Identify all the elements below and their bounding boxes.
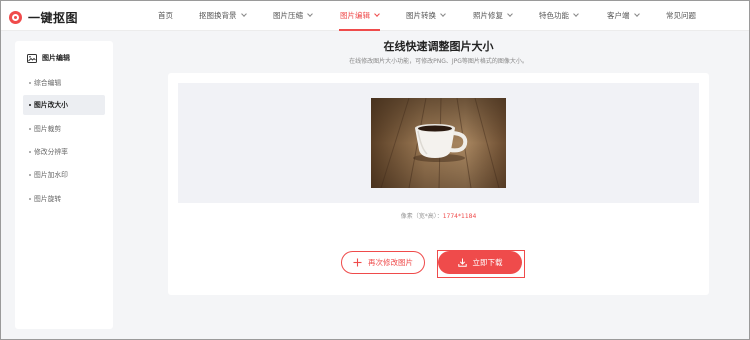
sidebar-item-crop[interactable]: 图片裁剪	[23, 119, 105, 139]
sidebar-title: 图片编辑	[27, 53, 70, 63]
download-label: 立即下载	[472, 258, 503, 267]
download-button[interactable]: 立即下载	[438, 251, 522, 274]
brand-name: 一键抠图	[28, 11, 79, 25]
chevron-down-icon	[573, 11, 579, 17]
chevron-down-icon	[507, 11, 513, 17]
result-card: 像素（宽*高）：1774*1184 再次修改图片 立即下载	[168, 73, 709, 295]
sidebar-item-resolution[interactable]: 修改分辨率	[23, 142, 105, 162]
brand-logo[interactable]: 一键抠图	[9, 9, 78, 26]
coffee-cup-photo	[371, 98, 506, 188]
sidebar-item-resize[interactable]: 图片改大小	[23, 95, 105, 115]
logo-icon	[9, 11, 22, 24]
nav-item-edit[interactable]: 图片编辑	[339, 1, 380, 31]
nav-item-convert[interactable]: 图片转换	[406, 1, 446, 31]
download-icon	[457, 258, 467, 267]
nav-item-features[interactable]: 特色功能	[539, 1, 579, 31]
chevron-down-icon	[374, 11, 380, 17]
nav-item-cutout[interactable]: 抠图换背景	[199, 1, 247, 31]
nav-item-repair[interactable]: 照片修复	[473, 1, 513, 31]
redo-edit-button[interactable]: 再次修改图片	[341, 251, 425, 274]
image-preview-area	[178, 83, 699, 203]
top-header: 一键抠图 首页 抠图换背景 图片压缩 图片编辑 图片转换 照片修复 特色功能 客…	[1, 1, 749, 31]
nav-item-client[interactable]: 客户端	[607, 1, 640, 31]
dims-label: 像素（宽*高）：	[400, 213, 443, 220]
sidebar-item-watermark[interactable]: 图片加水印	[23, 165, 105, 185]
redo-edit-label: 再次修改图片	[368, 258, 413, 267]
nav-item-compress[interactable]: 图片压缩	[273, 1, 313, 31]
image-edit-icon	[27, 53, 37, 63]
preview-image	[371, 98, 506, 188]
chevron-down-icon	[307, 11, 313, 17]
chevron-down-icon	[240, 11, 247, 17]
page-subtitle: 在线修改图片大小功能，可修改PNG、JPG等图片格式的图像大小。	[349, 58, 528, 65]
chevron-down-icon	[440, 11, 446, 17]
plus-icon	[353, 258, 362, 267]
sidebar: 图片编辑 综合编辑 图片改大小 图片裁剪 修改分辨率 图片加水印 图片旋转	[15, 41, 113, 329]
chevron-down-icon	[633, 11, 640, 17]
sidebar-item-general-edit[interactable]: 综合编辑	[23, 73, 105, 93]
dims-value: 1774*1184	[442, 213, 477, 220]
pixel-dimensions: 像素（宽*高）：1774*1184	[168, 211, 709, 220]
page-title: 在线快速调整图片大小	[383, 40, 494, 53]
nav-item-faq[interactable]: 常见问题	[666, 1, 696, 31]
nav-item-home[interactable]: 首页	[158, 1, 173, 31]
sidebar-item-rotate[interactable]: 图片旋转	[23, 189, 105, 209]
